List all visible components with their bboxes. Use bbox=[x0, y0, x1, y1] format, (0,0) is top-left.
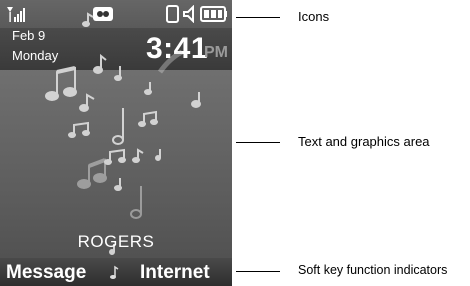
callout-line-display bbox=[236, 142, 280, 143]
phone-screen: Feb 9 Monday 3:41 PM ROGERS Message Inte… bbox=[0, 0, 232, 286]
callout-line-softkeys bbox=[236, 271, 280, 272]
music-note-icon bbox=[109, 264, 119, 285]
callout-icons-label: Icons bbox=[298, 9, 330, 24]
softkey-right[interactable]: Internet bbox=[140, 262, 210, 284]
callout-display-label: Text and graphics area bbox=[298, 134, 430, 149]
softkey-left[interactable]: Message bbox=[6, 262, 86, 284]
callout-softkeys-label: Soft key function indicators bbox=[298, 263, 448, 277]
callout-line-icons bbox=[236, 17, 280, 18]
carrier-name: ROGERS bbox=[77, 232, 155, 251]
